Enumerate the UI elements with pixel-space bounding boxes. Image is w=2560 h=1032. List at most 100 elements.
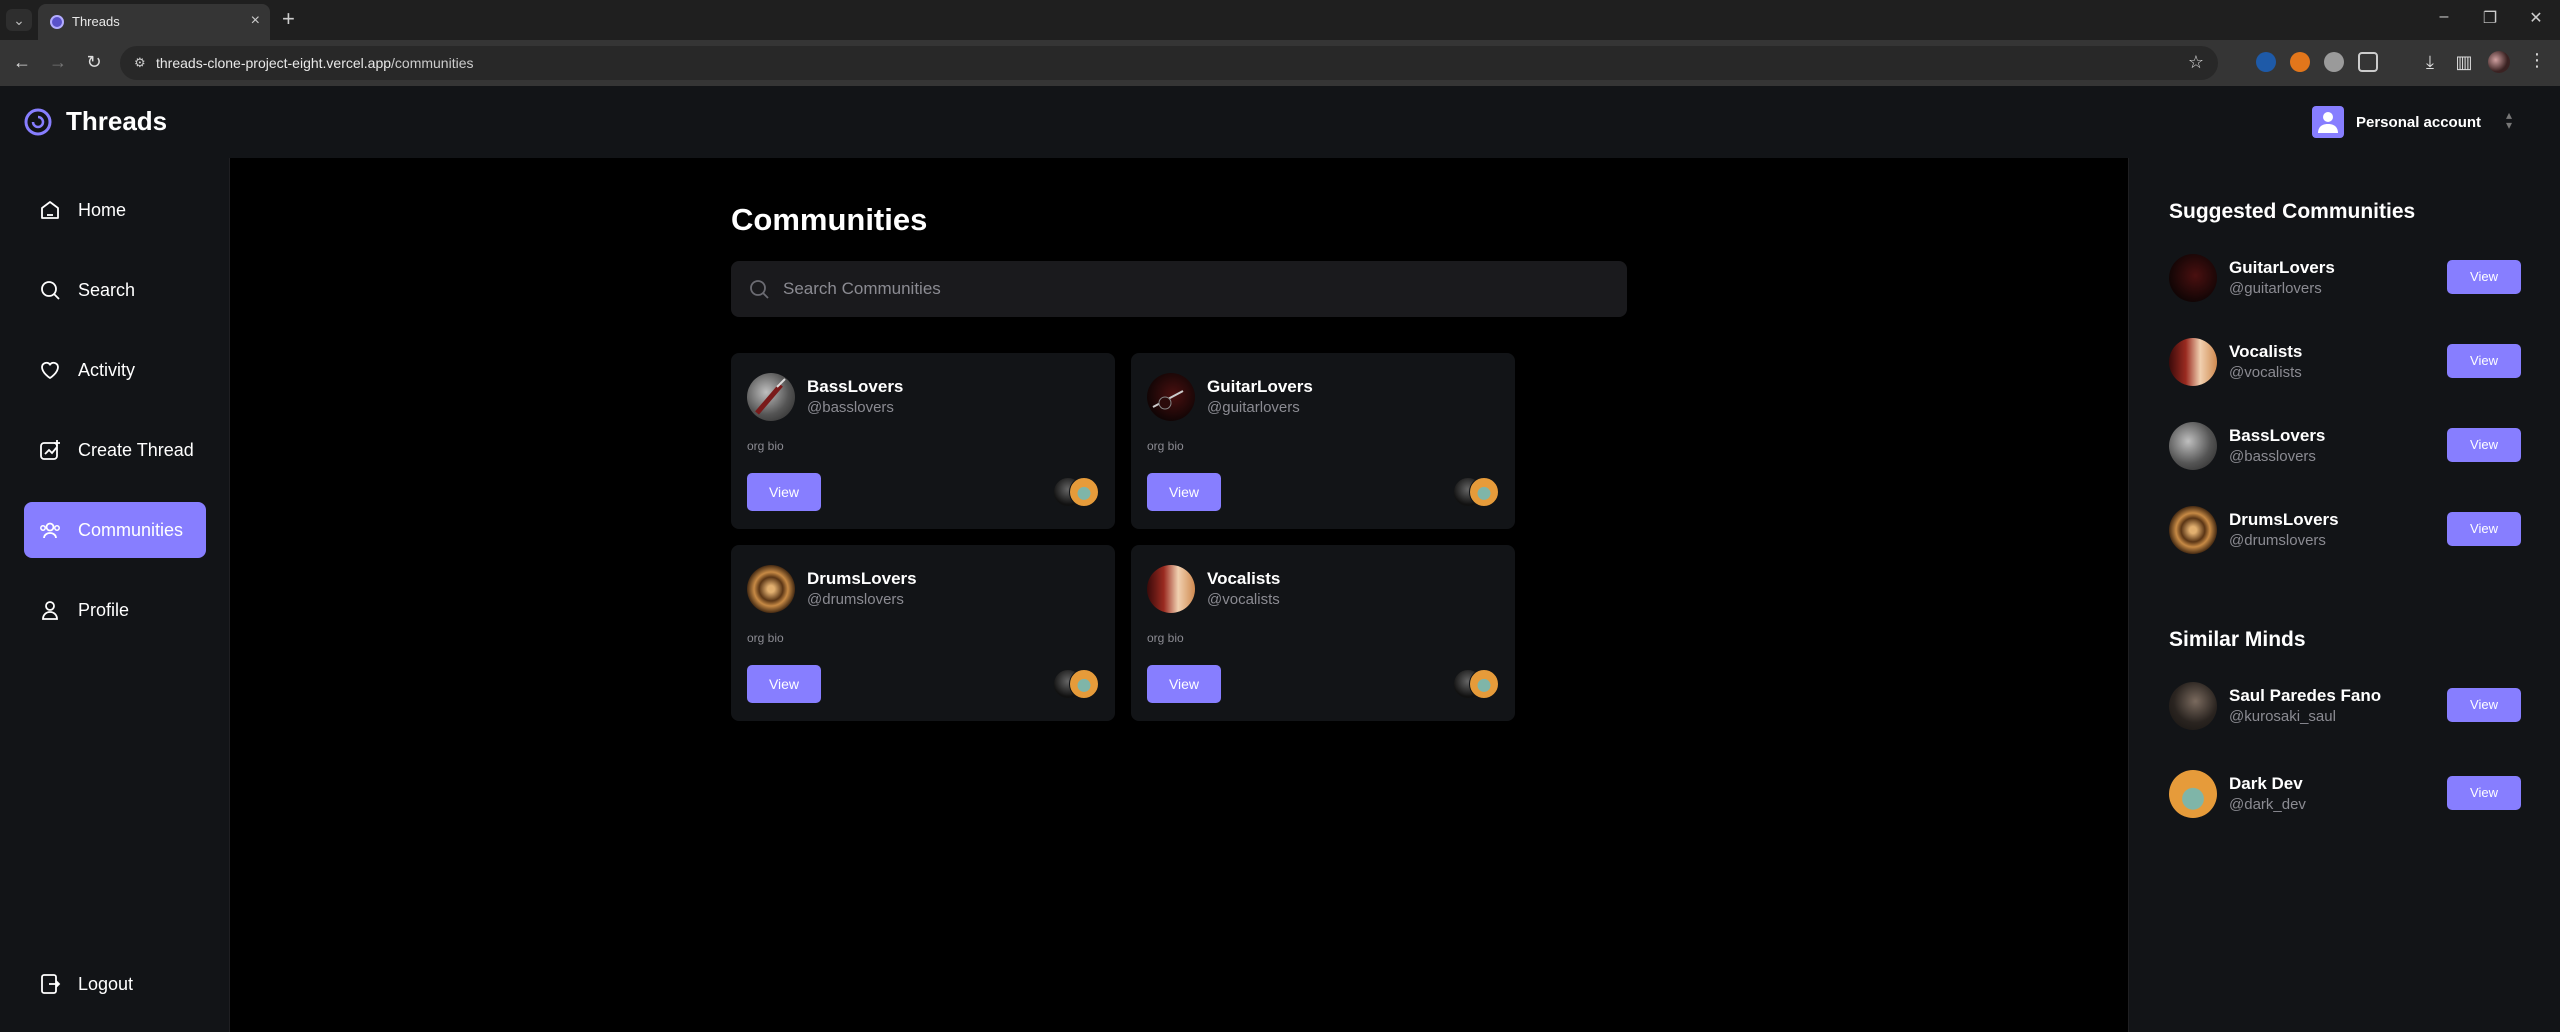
user-handle: @kurosaki_saul: [2229, 708, 2336, 725]
community-avatar[interactable]: [1147, 565, 1195, 613]
app-title[interactable]: Threads: [66, 106, 167, 137]
sidebar-item-label: Create Thread: [78, 439, 194, 460]
tab-title: Threads: [72, 14, 120, 29]
sidebar-item-create-thread[interactable]: Create Thread: [24, 422, 206, 478]
view-community-button[interactable]: View: [2447, 344, 2521, 378]
community-avatar[interactable]: [2169, 422, 2217, 470]
suggested-community-row: GuitarLovers @guitarlovers View: [2169, 254, 2521, 304]
extensions-puzzle-icon[interactable]: [2358, 52, 2378, 72]
new-tab-button[interactable]: +: [282, 6, 295, 32]
view-community-button[interactable]: View: [2447, 428, 2521, 462]
heart-icon: [41, 361, 59, 380]
community-icon: [40, 522, 60, 539]
community-name[interactable]: Vocalists: [1207, 569, 1280, 589]
view-community-button[interactable]: View: [747, 473, 821, 511]
community-handle: @basslovers: [2229, 448, 2316, 465]
suggested-community-row: BassLovers @basslovers View: [2169, 422, 2521, 472]
community-name[interactable]: Vocalists: [2229, 342, 2302, 362]
community-handle: @drumslovers: [2229, 532, 2326, 549]
side-panel-icon[interactable]: ▥: [2452, 52, 2476, 73]
sidebar-item-home[interactable]: Home: [24, 182, 206, 238]
community-name[interactable]: GuitarLovers: [2229, 258, 2335, 278]
community-card: Vocalists @vocalists org bio View: [1131, 545, 1515, 721]
view-community-button[interactable]: View: [1147, 473, 1221, 511]
community-avatar[interactable]: [2169, 338, 2217, 386]
bookmark-star-icon[interactable]: ☆: [2188, 52, 2204, 73]
community-avatar[interactable]: [2169, 254, 2217, 302]
view-user-button[interactable]: View: [2447, 776, 2521, 810]
community-avatar[interactable]: [747, 565, 795, 613]
community-name[interactable]: DrumsLovers: [807, 569, 917, 589]
site-info-icon[interactable]: ⚙: [134, 55, 150, 71]
community-handle: @drumslovers: [807, 591, 904, 608]
browser-menu-icon[interactable]: ⋮: [2528, 50, 2546, 71]
tab-close-icon[interactable]: ×: [251, 12, 260, 30]
browser-tabbar: ⌄ Threads × + – ❐ ✕: [0, 0, 2560, 40]
sidebar-item-profile[interactable]: Profile: [24, 582, 206, 638]
chevron-updown-icon[interactable]: ▴ ▾: [2506, 109, 2512, 131]
address-bar[interactable]: ⚙ threads-clone-project-eight.vercel.app…: [120, 46, 2218, 80]
browser-profile-avatar[interactable]: [2488, 51, 2510, 73]
community-name[interactable]: DrumsLovers: [2229, 510, 2339, 530]
community-avatar[interactable]: [2169, 506, 2217, 554]
main-content: Communities BassLovers @basslovers org b…: [231, 158, 2128, 1032]
metamask-extension-icon[interactable]: [2290, 52, 2310, 72]
community-bio: org bio: [1147, 439, 1184, 453]
suggested-communities-heading: Suggested Communities: [2169, 200, 2416, 223]
community-handle: @vocalists: [2229, 364, 2302, 381]
view-community-button[interactable]: View: [1147, 665, 1221, 703]
member-avatars: [1053, 669, 1099, 699]
user-avatar[interactable]: [2169, 682, 2217, 730]
logout-button[interactable]: Logout: [24, 956, 206, 1012]
reload-button[interactable]: ↻: [82, 52, 106, 73]
grammar-extension-icon[interactable]: [2324, 52, 2344, 72]
sidebar-item-activity[interactable]: Activity: [24, 342, 206, 398]
back-button[interactable]: ←: [10, 52, 34, 73]
view-community-button[interactable]: View: [747, 665, 821, 703]
minimize-button[interactable]: –: [2424, 8, 2464, 26]
search-bar: [731, 261, 1627, 317]
tab-search-button[interactable]: ⌄: [6, 9, 32, 31]
page-title: Communities: [731, 202, 928, 237]
community-name[interactable]: GuitarLovers: [1207, 377, 1313, 397]
user-name[interactable]: Dark Dev: [2229, 774, 2303, 794]
community-name[interactable]: BassLovers: [807, 377, 903, 397]
member-avatars: [1053, 477, 1099, 507]
address-url[interactable]: threads-clone-project-eight.vercel.app/c…: [156, 55, 473, 71]
threads-favicon-icon: [50, 15, 64, 29]
search-icon: [750, 280, 769, 299]
logout-icon: [41, 974, 61, 994]
user-name[interactable]: Saul Paredes Fano: [2229, 686, 2381, 706]
right-sidebar: Suggested Communities GuitarLovers @guit…: [2128, 158, 2560, 1032]
restore-button[interactable]: ❐: [2470, 8, 2510, 28]
community-bio: org bio: [1147, 631, 1184, 645]
sidebar-item-search[interactable]: Search: [24, 262, 206, 318]
community-handle: @guitarlovers: [1207, 399, 1300, 416]
member-avatars: [1453, 669, 1499, 699]
downloads-icon[interactable]: ⤓: [2418, 52, 2442, 73]
threads-logo-icon[interactable]: [24, 108, 52, 136]
similar-minds-heading: Similar Minds: [2169, 628, 2306, 651]
forward-button[interactable]: →: [46, 52, 70, 73]
sidebar-item-label: Communities: [78, 519, 184, 540]
sidebar-item-label: Home: [78, 199, 127, 220]
search-input[interactable]: [783, 261, 1603, 317]
left-sidebar: Home Search Activity Create Thread Commu…: [0, 158, 230, 1032]
browser-tab[interactable]: Threads ×: [38, 4, 270, 40]
view-community-button[interactable]: View: [2447, 260, 2521, 294]
community-avatar[interactable]: [747, 373, 795, 421]
window-close-button[interactable]: ✕: [2516, 8, 2556, 28]
home-icon: [41, 201, 59, 219]
view-user-button[interactable]: View: [2447, 688, 2521, 722]
community-bio: org bio: [747, 439, 784, 453]
community-handle: @basslovers: [807, 399, 894, 416]
view-community-button[interactable]: View: [2447, 512, 2521, 546]
community-avatar[interactable]: [1147, 373, 1195, 421]
user-avatar[interactable]: [2169, 770, 2217, 818]
sidebar-item-communities[interactable]: Communities: [24, 502, 206, 558]
community-name[interactable]: BassLovers: [2229, 426, 2325, 446]
account-avatar[interactable]: [2312, 106, 2344, 138]
react-devtools-extension-icon[interactable]: [2256, 52, 2276, 72]
account-switcher-label[interactable]: Personal account: [2356, 114, 2481, 131]
member-avatars: [1453, 477, 1499, 507]
